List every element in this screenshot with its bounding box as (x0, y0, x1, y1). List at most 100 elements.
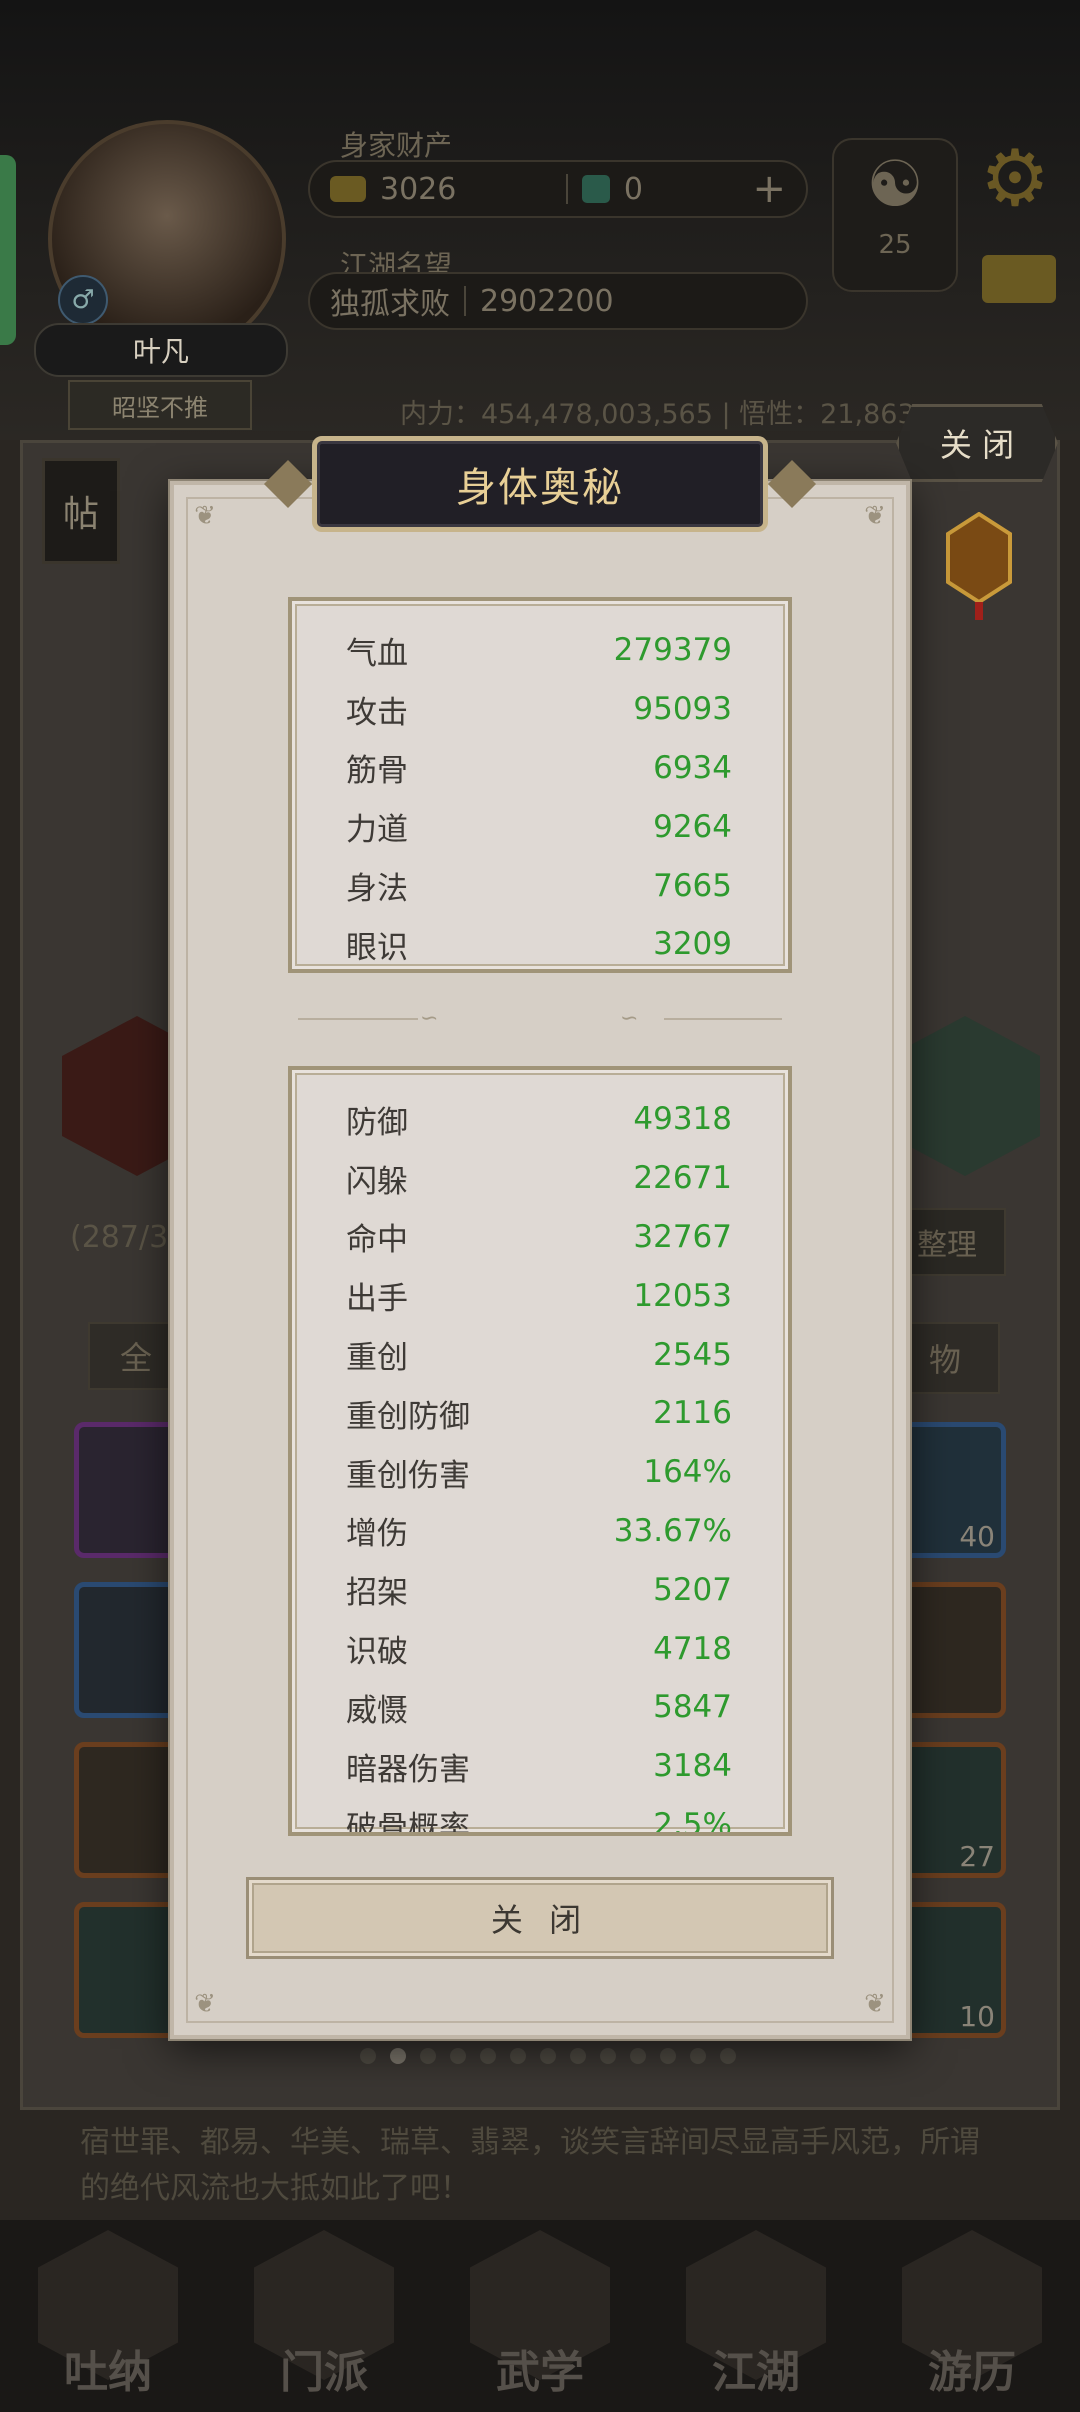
currency-bar: 3026 0 + (308, 160, 808, 218)
player-name[interactable]: 叶凡 (34, 323, 288, 377)
inventory-slot[interactable] (902, 1582, 1006, 1718)
nav-label: 游历 (928, 2347, 1016, 2398)
stat-name: 眼识 (346, 929, 408, 966)
corner-ornament-icon: ❦ (864, 1989, 886, 2019)
stat-name: 防御 (346, 1104, 408, 1141)
stat-value: 2116 (653, 1395, 732, 1432)
page-indicator (360, 2048, 736, 2064)
stat-value: 6934 (653, 749, 732, 786)
nav-tuna[interactable]: 吐纳 (28, 2230, 188, 2400)
gold-icon (330, 176, 366, 202)
stat-value: 95093 (633, 691, 732, 728)
stat-row: 识破 4718 (292, 1619, 788, 1678)
stat-name: 暗器伤害 (346, 1751, 470, 1788)
stat-row: 增伤 33.67% (292, 1502, 788, 1561)
page-dot[interactable] (420, 2048, 436, 2064)
slot-count: 40 (959, 1520, 995, 1553)
close-top-button[interactable]: 关 闭 (896, 404, 1058, 482)
stat-value: 3184 (653, 1748, 732, 1785)
page-dot[interactable] (690, 2048, 706, 2064)
taiji-icon: ☯ (866, 148, 924, 222)
seal-icon[interactable] (944, 512, 1014, 622)
stat-row: 力道 9264 (292, 797, 788, 856)
inventory-slot[interactable] (74, 1582, 178, 1718)
stat-row: 重创防御 2116 (292, 1384, 788, 1443)
slot-count: 27 (959, 1840, 995, 1873)
stat-name: 攻击 (346, 694, 408, 731)
page-dot[interactable] (630, 2048, 646, 2064)
page-dot[interactable] (720, 2048, 736, 2064)
stat-row: 破骨概率 2.5% (292, 1796, 788, 1836)
inventory-slot[interactable] (74, 1902, 178, 2038)
page-dot[interactable] (570, 2048, 586, 2064)
stat-value: 279379 (613, 632, 732, 669)
stat-row: 防御 49318 (292, 1090, 788, 1149)
side-tab[interactable] (0, 155, 16, 345)
divider-line (298, 1018, 418, 1020)
page-dot[interactable] (600, 2048, 616, 2064)
page-dot[interactable] (450, 2048, 466, 2064)
nav-martial-arts[interactable]: 武学 (460, 2230, 620, 2400)
stat-row: 眼识 3209 (292, 915, 788, 974)
nav-travel[interactable]: 游历 (892, 2230, 1052, 2400)
stat-value: 5207 (653, 1571, 732, 1608)
page-dot-active[interactable] (390, 2048, 406, 2064)
reputation-value: 2902200 (480, 283, 614, 319)
reputation-bar: 独孤求败 2902200 (308, 272, 808, 330)
mail-icon[interactable] (982, 255, 1056, 303)
stat-row: 攻击 95093 (292, 680, 788, 739)
page-dot[interactable] (540, 2048, 556, 2064)
stat-value: 164% (643, 1454, 732, 1491)
level-badge[interactable]: ☯ 25 (832, 138, 958, 292)
player-level: 25 (878, 230, 912, 260)
slot-count: 10 (959, 2000, 995, 2033)
gear-icon[interactable]: ⚙ (980, 140, 1050, 218)
stat-name: 命中 (346, 1222, 408, 1259)
inventory-slot[interactable]: 27 (902, 1742, 1006, 1878)
stat-row: 暗器伤害 3184 (292, 1737, 788, 1796)
divider-ornament-icon: ∽ (420, 1006, 439, 1031)
tie-badge-button[interactable]: 帖 (42, 458, 120, 564)
nav-sect[interactable]: 门派 (244, 2230, 404, 2400)
stat-row: 招架 5207 (292, 1560, 788, 1619)
stat-value: 2545 (653, 1336, 732, 1373)
stat-row: 威慑 5847 (292, 1678, 788, 1737)
inventory-slot[interactable]: 10 (902, 1902, 1006, 2038)
corner-ornament-icon: ❦ (194, 1989, 216, 2019)
gender-icon: ♂ (58, 275, 108, 325)
nav-label: 武学 (496, 2347, 584, 2398)
combat-stats-panel[interactable]: 防御 49318 闪躲 22671 命中 32767 出手 12053 重创 2545 重… (288, 1066, 792, 1836)
base-stats-panel: 气血 279379 攻击 95093 筋骨 6934 力道 9264 身法 7665 眼识… (288, 597, 792, 973)
stat-value: 5847 (653, 1689, 732, 1726)
stat-name: 增伤 (346, 1516, 408, 1553)
power-stats: 内力：454,478,003,565 | 悟性：21,863 (400, 399, 915, 430)
corner-ornament-icon: ❦ (194, 501, 216, 531)
capacity-text: (287/3 (70, 1220, 169, 1255)
stat-value: 7665 (653, 867, 732, 904)
add-currency-button[interactable]: + (752, 166, 786, 212)
stat-value: 33.67% (613, 1512, 732, 1549)
nav-jianghu[interactable]: 江湖 (676, 2230, 836, 2400)
corner-ornament-icon: ❦ (864, 501, 886, 531)
page-dot[interactable] (360, 2048, 376, 2064)
stat-value: 2.5% (653, 1806, 732, 1836)
stat-row: 重创伤害 164% (292, 1443, 788, 1502)
stat-name: 闪躲 (346, 1163, 408, 1200)
stat-value: 4718 (653, 1630, 732, 1667)
nav-label: 门派 (280, 2347, 368, 2398)
stat-row: 身法 7665 (292, 856, 788, 915)
bottom-nav: 吐纳 门派 武学 江湖 游历 (0, 2220, 1080, 2412)
inventory-slot[interactable] (74, 1742, 178, 1878)
stat-value: 3209 (653, 926, 732, 963)
close-button[interactable]: 关 闭 (246, 1877, 834, 1959)
stat-value: 12053 (633, 1277, 732, 1314)
gold-amount: 3026 (380, 171, 457, 207)
page-dot[interactable] (510, 2048, 526, 2064)
inventory-slot[interactable]: 40 (902, 1422, 1006, 1558)
stat-value: 22671 (633, 1160, 732, 1197)
page-dot[interactable] (480, 2048, 496, 2064)
stat-name: 气血 (346, 635, 408, 672)
inventory-slot[interactable] (74, 1422, 178, 1558)
stat-name: 重创伤害 (346, 1457, 470, 1494)
page-dot[interactable] (660, 2048, 676, 2064)
